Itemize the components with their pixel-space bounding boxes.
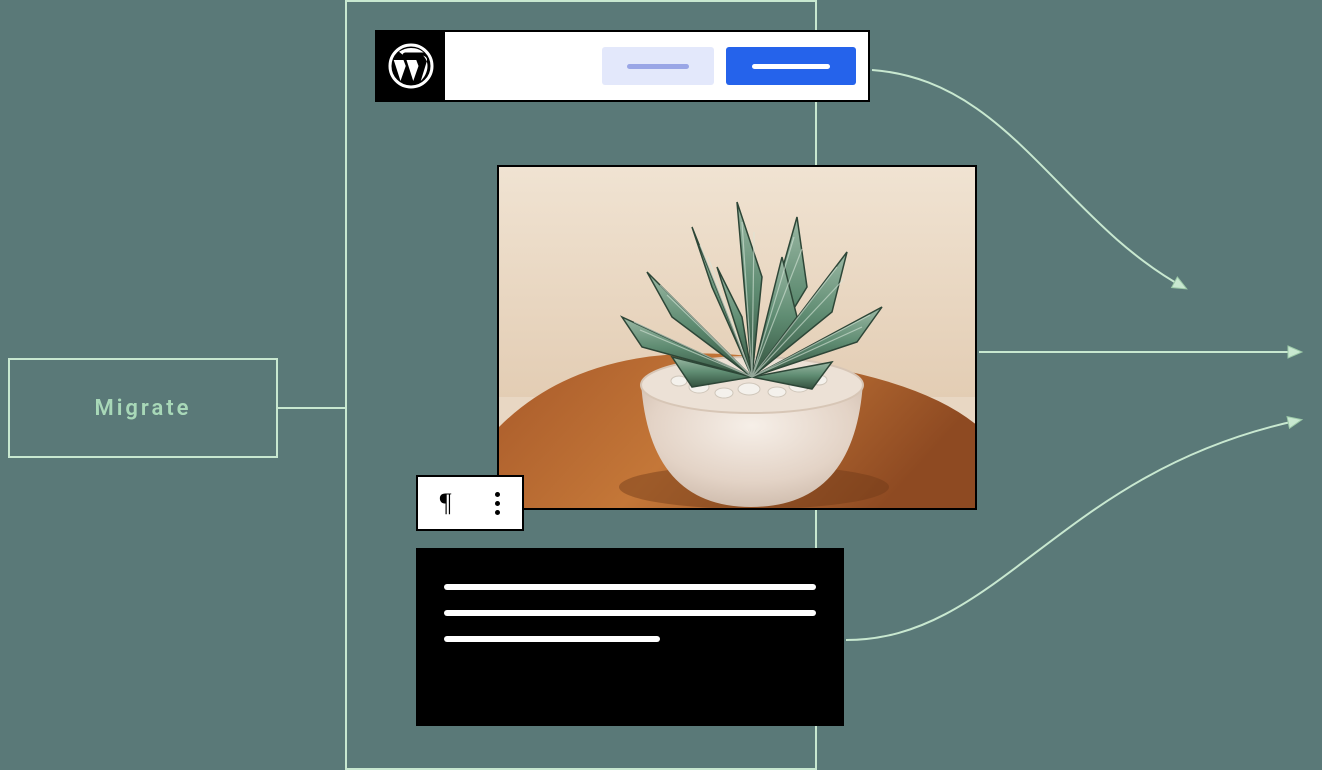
diagram-canvas: Migrate <box>0 0 1322 770</box>
wordpress-editor-bar <box>375 30 870 102</box>
more-vertical-icon[interactable] <box>495 492 500 515</box>
wordpress-logo-svg <box>387 42 435 90</box>
migrate-label: Migrate <box>94 396 191 421</box>
connector-left <box>278 407 345 409</box>
button-label-placeholder <box>752 64 830 69</box>
text-line <box>444 610 816 616</box>
text-block <box>416 548 844 726</box>
pilcrow-icon[interactable]: ¶ <box>440 488 452 518</box>
text-line <box>444 636 660 642</box>
wordpress-icon <box>377 32 445 100</box>
image-block <box>497 165 977 510</box>
text-line <box>444 584 816 590</box>
primary-button[interactable] <box>726 47 856 85</box>
secondary-button[interactable] <box>602 47 714 85</box>
migrate-step-box: Migrate <box>8 358 278 458</box>
button-label-placeholder <box>627 64 689 69</box>
block-format-toolbar: ¶ <box>416 475 524 531</box>
